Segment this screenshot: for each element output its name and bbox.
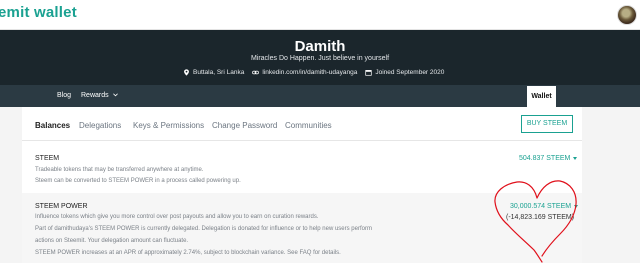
location-text: Buttala, Sri Lanka	[193, 69, 245, 76]
steem-title: STEEM	[35, 155, 60, 162]
steem-power-desc-2: Part of damithudaya's STEEM POWER is cur…	[35, 226, 372, 232]
nav-rewards[interactable]: Rewards	[81, 92, 118, 99]
caret-down-icon	[574, 204, 579, 208]
top-bar: emit wallet	[0, 0, 640, 30]
joined-text: Joined September 2020	[375, 69, 445, 76]
tab-balances[interactable]: Balances	[35, 121, 70, 130]
profile-website[interactable]: linkedin.com/in/damith-udayanga	[252, 69, 357, 76]
tab-change-password[interactable]: Change Password	[212, 121, 277, 130]
tabs-divider	[22, 140, 582, 141]
caret-down-icon	[573, 156, 578, 160]
profile-meta: Buttala, Sri Lanka linkedin.com/in/damit…	[183, 69, 444, 76]
tab-communities[interactable]: Communities	[285, 121, 332, 130]
steem-power-delegated: (-14,823.169 STEEM)	[506, 214, 575, 221]
profile-header: Damith Miracles Do Happen. Just believe …	[0, 30, 640, 85]
steem-power-desc-1: Influence tokens which give you more con…	[35, 214, 319, 220]
steem-power-balance: 30,000.574 STEEM	[510, 203, 572, 210]
steem-balance: 504.837 STEEM	[519, 155, 571, 162]
steem-desc-2: Steem can be converted to STEEM POWER in…	[35, 178, 241, 184]
tab-delegations[interactable]: Delegations	[79, 121, 121, 130]
profile-location: Buttala, Sri Lanka	[183, 69, 244, 76]
nav-wallet[interactable]: Wallet	[527, 86, 556, 107]
nav-rewards-label: Rewards	[81, 92, 109, 99]
link-icon	[252, 70, 260, 75]
nav-blog[interactable]: Blog	[57, 92, 71, 99]
profile-name: Damith	[294, 38, 346, 55]
brand-logo[interactable]: emit wallet	[0, 4, 77, 21]
steem-power-desc-3: actions on Steemit. Your delegation amou…	[35, 238, 189, 244]
profile-joined: Joined September 2020	[365, 69, 444, 76]
steem-balance-dropdown[interactable]: 504.837 STEEM	[519, 155, 578, 162]
buy-steem-button[interactable]: BUY STEEM	[521, 115, 573, 133]
website-link[interactable]: linkedin.com/in/damith-udayanga	[262, 69, 357, 76]
tab-keys-permissions[interactable]: Keys & Permissions	[133, 121, 204, 130]
steem-power-desc-4: STEEM POWER increases at an APR of appro…	[35, 250, 341, 256]
avatar[interactable]	[617, 5, 637, 25]
steem-desc-1: Tradeable tokens that may be transferred…	[35, 167, 204, 173]
steem-power-balance-dropdown[interactable]: 30,000.574 STEEM	[510, 203, 579, 210]
calendar-icon	[365, 70, 372, 76]
location-pin-icon	[184, 69, 189, 76]
chevron-down-icon	[112, 93, 118, 97]
steem-power-title: STEEM POWER	[35, 203, 88, 210]
profile-bio: Miracles Do Happen. Just believe in your…	[250, 55, 390, 62]
